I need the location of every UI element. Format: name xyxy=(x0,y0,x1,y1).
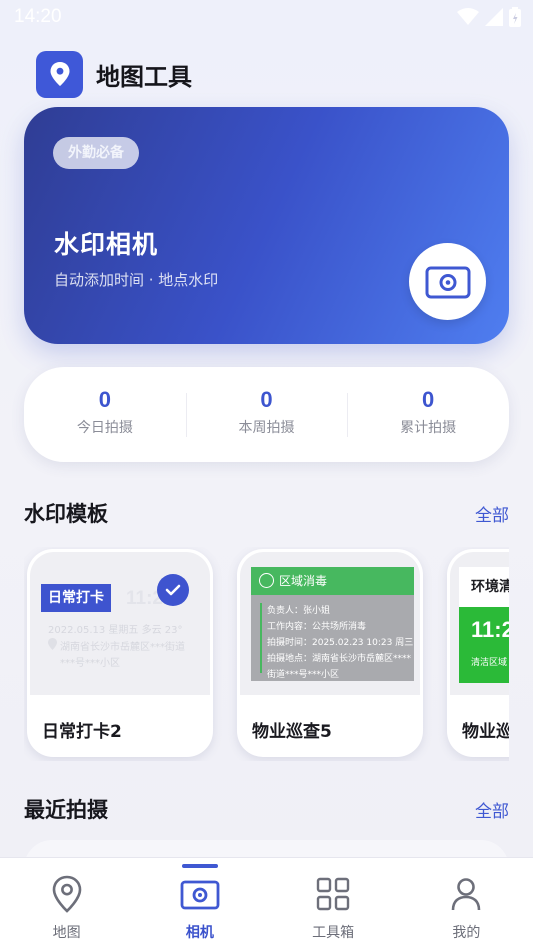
battery-icon xyxy=(509,7,521,27)
preview-watermark: 区域消毒 负责人：张小姐 工作内容：公共场所消毒 拍摄时间：2025.02.23… xyxy=(251,567,414,681)
map-pin-icon xyxy=(47,874,87,914)
section-title: 水印模板 xyxy=(24,502,108,526)
camera-icon xyxy=(425,266,470,298)
template-name: 物业巡查5 xyxy=(252,722,332,742)
stat-label: 本周拍摄 xyxy=(238,419,295,436)
app-logo xyxy=(36,50,83,98)
tab-map[interactable]: 地图 xyxy=(0,858,133,948)
status-icons xyxy=(457,7,521,27)
preview-line: 湖南省长沙市岳麓区***街道 xyxy=(60,642,185,653)
tab-label: 我的 xyxy=(452,925,481,941)
template-preview: 环境清 11:2 清洁区域 xyxy=(450,552,509,695)
signal-icon xyxy=(485,8,503,26)
selected-check-icon xyxy=(157,574,189,606)
template-preview: 日常打卡 11:2 2022.05.13 星期五 多云 23° 湖南省长沙市岳麓… xyxy=(30,552,210,695)
preview-tag: 日常打卡 xyxy=(41,584,111,612)
bottom-tab-bar: 地图 相机 工具箱 我的 xyxy=(0,857,533,948)
preview-lines: 负责人：张小姐 工作内容：公共场所消毒 拍摄时间：2025.02.23 10:2… xyxy=(251,595,414,683)
shooting-stats: 0 今日拍摄 0 本周拍摄 0 累计拍摄 xyxy=(24,367,509,462)
hero-subtitle: 自动添加时间 · 地点水印 xyxy=(54,271,219,289)
location-icon xyxy=(48,638,57,650)
preview-line: ***号***小区 xyxy=(60,658,120,669)
recent-section-header: 最近拍摄 全部 xyxy=(24,794,509,824)
preview-header: 环境清 xyxy=(459,567,509,607)
app-header: 地图工具 xyxy=(36,50,192,98)
preview-line: 清洁区域 xyxy=(471,658,508,668)
preview-line: 街道***号***小区 xyxy=(267,670,340,680)
app-title: 地图工具 xyxy=(96,62,192,91)
camera-icon xyxy=(180,874,220,914)
preview-header: 区域消毒 xyxy=(251,567,414,595)
templates-view-all-link[interactable]: 全部 xyxy=(475,501,509,526)
wifi-icon xyxy=(457,8,479,25)
map-pin-icon xyxy=(50,62,69,86)
stat-value: 0 xyxy=(260,386,273,412)
preview-line: 负责人：张小姐 xyxy=(267,606,331,616)
stat-label: 累计拍摄 xyxy=(400,419,457,436)
section-title: 最近拍摄 xyxy=(24,798,108,822)
tab-label: 相机 xyxy=(185,925,214,941)
tab-profile[interactable]: 我的 xyxy=(400,858,533,948)
stat-value: 0 xyxy=(422,386,435,412)
stat-total: 0 累计拍摄 xyxy=(347,387,509,443)
preview-watermark: 11:2 清洁区域 xyxy=(459,607,509,683)
tab-label: 工具箱 xyxy=(312,925,355,941)
template-card[interactable]: 环境清 11:2 清洁区域 物业巡 xyxy=(447,549,509,757)
preview-line: 2022.05.13 星期五 多云 23° xyxy=(48,625,183,636)
status-bar: 14:20 xyxy=(0,0,533,34)
preview-line: 拍摄时间：2025.02.23 10:23 周三 xyxy=(267,638,414,648)
template-preview: 区域消毒 负责人：张小姐 工作内容：公共场所消毒 拍摄时间：2025.02.23… xyxy=(240,552,420,695)
preview-time: 11:2 xyxy=(471,617,509,642)
status-time: 14:20 xyxy=(14,6,62,27)
drop-icon xyxy=(259,573,274,588)
templates-section-header: 水印模板 全部 xyxy=(24,498,509,528)
preview-line: 拍摄地点：湖南省长沙市岳麓区**** xyxy=(267,654,412,664)
tab-toolbox[interactable]: 工具箱 xyxy=(267,858,400,948)
stat-value: 0 xyxy=(98,386,111,412)
stat-week: 0 本周拍摄 xyxy=(185,386,348,443)
stat-label: 今日拍摄 xyxy=(76,419,133,436)
templates-carousel[interactable]: 日常打卡 11:2 2022.05.13 星期五 多云 23° 湖南省长沙市岳麓… xyxy=(24,547,509,761)
stat-today: 0 今日拍摄 xyxy=(24,387,186,443)
template-card[interactable]: 日常打卡 11:2 2022.05.13 星期五 多云 23° 湖南省长沙市岳麓… xyxy=(27,549,213,757)
tab-label: 地图 xyxy=(52,925,81,941)
preview-header-label: 区域消毒 xyxy=(279,574,328,588)
active-tab-indicator xyxy=(181,864,218,868)
watermark-camera-card[interactable]: 外勤必备 水印相机 自动添加时间 · 地点水印 xyxy=(24,107,509,344)
open-camera-button[interactable] xyxy=(409,243,486,320)
template-name: 日常打卡2 xyxy=(42,722,122,742)
tab-camera[interactable]: 相机 xyxy=(133,858,266,948)
template-name: 物业巡 xyxy=(462,722,509,742)
hero-badge: 外勤必备 xyxy=(53,137,139,169)
template-card[interactable]: 区域消毒 负责人：张小姐 工作内容：公共场所消毒 拍摄时间：2025.02.23… xyxy=(237,549,423,757)
hero-badge-label: 外勤必备 xyxy=(68,145,124,161)
recent-view-all-link[interactable]: 全部 xyxy=(475,797,509,822)
grid-icon xyxy=(313,874,353,914)
user-icon xyxy=(446,874,486,914)
preview-line: 工作内容：公共场所消毒 xyxy=(267,622,367,632)
hero-title: 水印相机 xyxy=(54,230,159,259)
